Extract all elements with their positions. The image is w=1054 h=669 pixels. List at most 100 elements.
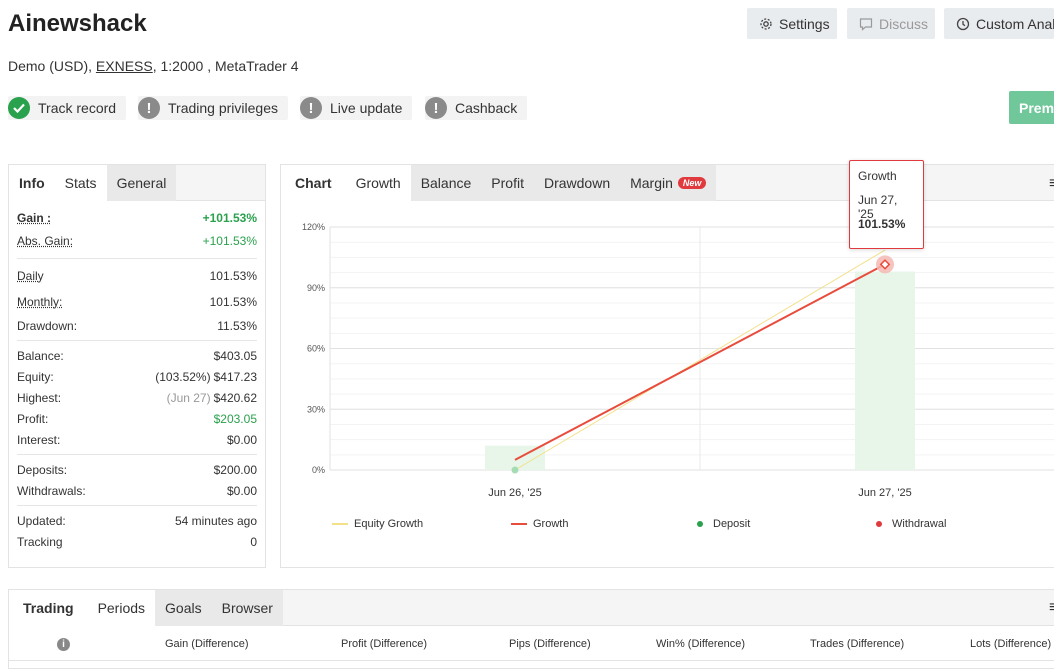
col-lots[interactable]: Lots (Difference) [970, 638, 1051, 650]
trading-privileges-label: Trading privileges [168, 100, 278, 116]
legend-equity-growth[interactable]: Equity Growth [332, 518, 423, 530]
tab-stats[interactable]: Stats [54, 165, 107, 201]
y-tick-label: 0% [312, 465, 325, 475]
exclamation-icon: ! [300, 97, 322, 119]
y-tick-label: 90% [307, 283, 325, 293]
gain-row: Gain : +101.53% [9, 207, 265, 228]
trading-privileges-badge[interactable]: ! Trading privileges [138, 96, 288, 120]
y-tick-label: 60% [307, 344, 325, 354]
abs-gain-row: Abs. Gain: +101.53% [9, 228, 265, 254]
gain-value: +101.53% [202, 210, 257, 225]
col-pips[interactable]: Pips (Difference) [509, 638, 591, 650]
deposits-label: Deposits: [17, 462, 68, 477]
tab-drawdown[interactable]: Drawdown [533, 165, 621, 201]
legend-dot-icon [876, 521, 882, 527]
chart-tabs: Chart Growth Balance Profit Drawdown Mar… [281, 165, 1054, 201]
settings-button[interactable]: Settings [747, 8, 837, 39]
cashback-label: Cashback [455, 100, 518, 116]
settings-label: Settings [779, 15, 830, 32]
gear-icon [760, 17, 772, 30]
divider [8, 660, 1054, 661]
tooltip-date: Jun 27, '25 [858, 193, 898, 221]
track-record-label: Track record [38, 100, 117, 116]
abs-gain-label[interactable]: Abs. Gain: [17, 234, 73, 248]
tab-margin-label: Margin [630, 175, 673, 191]
col-trades[interactable]: Trades (Difference) [810, 638, 904, 650]
growth-chart: 0% 30% 60% 90% 120% Jun 26, '25 Jun 27, '25 [302, 222, 1054, 499]
chart-tooltip: Growth Jun 27, '25 101.53% [849, 160, 924, 249]
discuss-button[interactable]: Discuss [847, 8, 935, 39]
monthly-label[interactable]: Monthly: [17, 295, 62, 309]
profit-label: Profit: [17, 411, 49, 426]
col-win[interactable]: Win% (Difference) [656, 638, 745, 650]
new-badge: New [677, 177, 707, 189]
divider [17, 340, 257, 341]
deposits-value: $200.00 [213, 462, 257, 477]
profit-row: Profit: $203.05 [9, 408, 265, 429]
tab-balance[interactable]: Balance [410, 165, 482, 201]
monthly-value: 101.53% [209, 295, 257, 309]
deposit-point [511, 466, 519, 474]
balance-label: Balance: [17, 348, 64, 363]
daily-label[interactable]: Daily [17, 269, 44, 283]
broker-link[interactable]: EXNESS [96, 58, 153, 74]
daily-value: 101.53% [209, 269, 257, 283]
gain-label[interactable]: Gain : [17, 211, 51, 225]
drawdown-value: 11.53% [217, 318, 257, 333]
legend-deposit[interactable]: Deposit [697, 518, 750, 530]
track-record-badge[interactable]: Track record [8, 96, 127, 120]
equity-percent: (103.52%) [155, 369, 211, 384]
legend-withdrawal-label: Withdrawal [892, 518, 947, 530]
comment-icon [859, 17, 873, 31]
updated-label: Updated: [17, 513, 66, 528]
tab-browser[interactable]: Browser [211, 590, 283, 626]
withdrawals-value: $0.00 [226, 483, 257, 498]
divider [17, 258, 257, 259]
premium-button[interactable]: Premi [1009, 91, 1054, 124]
legend-withdrawal[interactable]: Withdrawal [876, 518, 946, 530]
trading-panel: Trading Periods Goals Browser [8, 589, 1054, 669]
tab-growth[interactable]: Growth [345, 165, 411, 201]
tab-margin[interactable]: Margin New [620, 165, 717, 201]
withdrawals-row: Withdrawals: $0.00 [9, 480, 265, 501]
abs-gain-value: +101.53% [202, 234, 257, 248]
tab-profit[interactable]: Profit [481, 165, 534, 201]
drawdown-label: Drawdown: [17, 318, 78, 333]
tab-chart[interactable]: Chart [281, 165, 346, 201]
divider [17, 505, 257, 506]
tracking-value: 0 [250, 534, 257, 549]
legend-dot-icon [697, 521, 703, 527]
legend-growth-label: Growth [533, 518, 569, 530]
updated-row: Updated: 54 minutes ago [9, 510, 265, 531]
tab-general[interactable]: General [106, 165, 177, 201]
live-update-badge[interactable]: ! Live update [300, 96, 413, 120]
exclamation-icon: ! [425, 97, 447, 119]
menu-icon[interactable]: ≡ [1049, 175, 1054, 193]
tracking-label: Tracking [17, 534, 63, 549]
stats-tabs: Info Stats General [9, 165, 265, 201]
menu-icon[interactable]: ≡ [1049, 599, 1054, 617]
balance-value: $403.05 [213, 348, 257, 363]
deposit-bar [855, 271, 915, 470]
custom-analysis-button[interactable]: Custom Analy [944, 8, 1054, 39]
page-title: Ainewshack [8, 10, 147, 37]
col-gain[interactable]: Gain (Difference) [165, 638, 249, 650]
tab-periods[interactable]: Periods [87, 590, 156, 626]
stats-panel: Info Stats General Gain : +101.53% Abs. … [8, 164, 266, 568]
legend-line-icon [332, 523, 348, 525]
tooltip-series: Growth [858, 169, 897, 183]
highest-value: $420.62 [213, 390, 257, 405]
legend-growth[interactable]: Growth [511, 518, 568, 530]
daily-row: Daily 101.53% [9, 263, 265, 289]
cashback-badge[interactable]: ! Cashback [425, 96, 528, 120]
legend-equity-label: Equity Growth [354, 518, 424, 530]
updated-value: 54 minutes ago [174, 513, 257, 528]
info-icon[interactable]: i [57, 638, 70, 651]
tab-trading[interactable]: Trading [9, 590, 88, 626]
highest-label: Highest: [17, 390, 62, 405]
tab-goals[interactable]: Goals [155, 590, 212, 626]
tab-info[interactable]: Info [9, 165, 55, 201]
withdrawals-label: Withdrawals: [17, 483, 86, 498]
profit-value: $203.05 [213, 411, 257, 426]
col-profit[interactable]: Profit (Difference) [341, 638, 427, 650]
